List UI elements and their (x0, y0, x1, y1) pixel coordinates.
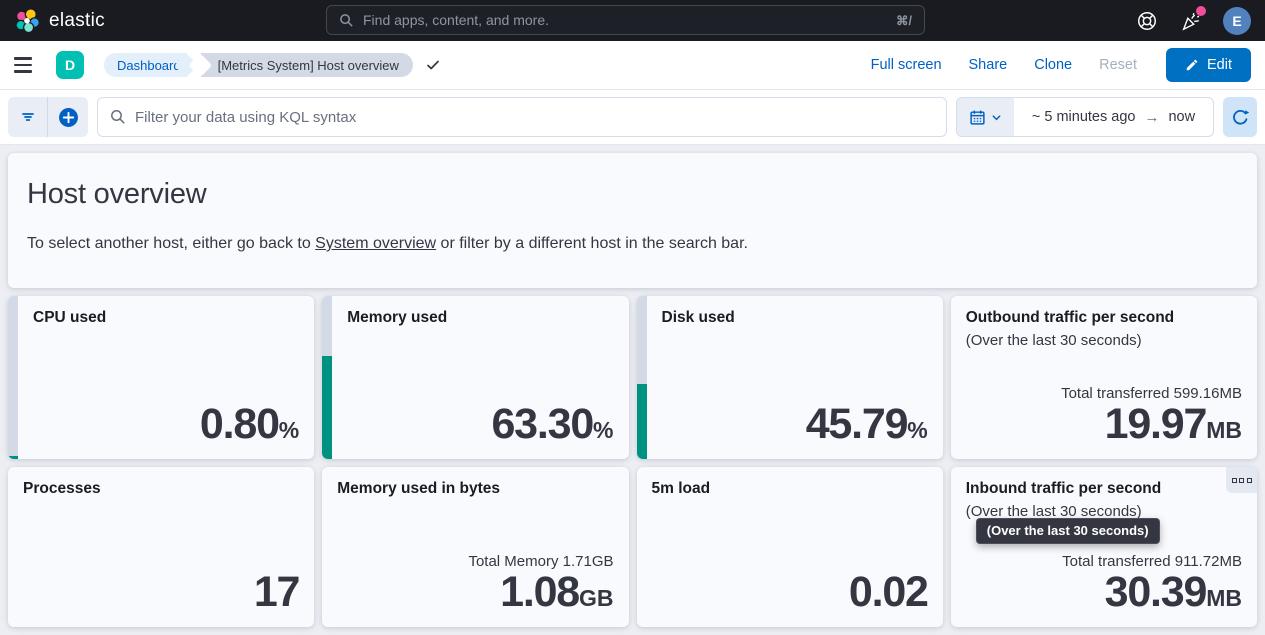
gauge-fill (8, 456, 18, 459)
full-screen-button[interactable]: Full screen (871, 57, 942, 73)
metric-value: 0.02 (652, 570, 928, 615)
metric-unit: GB (579, 585, 614, 611)
metric-panel-disk-used: Disk used 45.79% (637, 296, 943, 459)
metric-panel-memory-used: Memory used 63.30% (322, 296, 628, 459)
metric-unit: % (907, 417, 927, 443)
tooltip: (Over the last 30 seconds) (976, 518, 1160, 544)
metric-value: 19.97MB (966, 402, 1242, 447)
plus-circle-icon (58, 107, 79, 128)
kql-search[interactable] (97, 97, 947, 137)
menu-button[interactable] (14, 50, 44, 80)
metric-panel-5m-load: 5m load 0.02 (637, 467, 943, 627)
space-badge[interactable]: D (56, 51, 84, 79)
markdown-body: To select another host, either go back t… (27, 235, 1238, 253)
gauge-track (322, 296, 332, 459)
top-navigation: elastic ⌘/ (0, 0, 1265, 41)
filter-menu-button[interactable] (8, 97, 48, 137)
panel-title: Memory used in bytes (337, 479, 613, 499)
user-avatar[interactable]: E (1223, 7, 1251, 35)
gauge-fill (322, 356, 332, 459)
metric-value: 1.08GB (337, 570, 613, 615)
filter-button-group (8, 97, 88, 137)
panel-title: Disk used (662, 308, 928, 328)
saved-check-icon (425, 57, 441, 73)
global-search-input[interactable] (363, 12, 887, 28)
calendar-menu-button[interactable] (957, 98, 1014, 136)
metric-panel-processes: Processes 17 (8, 467, 314, 627)
elastic-brand[interactable]: elastic (14, 8, 105, 34)
breadcrumb-dashboard[interactable]: Dashboard (104, 53, 187, 77)
gauge-track (8, 296, 18, 459)
metric-panel-memory-bytes: Memory used in bytes Total Memory 1.71GB… (322, 467, 628, 627)
refresh-icon (1232, 109, 1249, 126)
metric-value: 45.79% (662, 402, 928, 447)
dashboard-toolbar: D Dashboard [Metrics System] Host overvi… (0, 41, 1265, 90)
panel-subtitle: (Over the last 30 seconds) (966, 332, 1242, 349)
gauge-track (637, 296, 647, 459)
breadcrumb-current-page[interactable]: [Metrics System] Host overview (201, 53, 413, 77)
gauge-fill (637, 384, 647, 459)
edit-button-label: Edit (1207, 57, 1232, 73)
edit-button[interactable]: Edit (1166, 48, 1251, 82)
metric-value: 17 (23, 570, 299, 615)
refresh-button[interactable] (1223, 97, 1257, 137)
metric-value: 30.39MB (966, 570, 1242, 615)
topnav-right-actions: E (1135, 7, 1251, 35)
arrow-right-icon: → (1144, 109, 1159, 126)
add-filter-button[interactable] (48, 97, 88, 137)
panel-title: Processes (23, 479, 299, 499)
metric-value: 0.80% (33, 402, 299, 447)
metric-panel-inbound-traffic: Inbound traffic per second (Over the las… (951, 467, 1257, 627)
time-range-display[interactable]: ~ 5 minutes ago → now (1014, 98, 1213, 136)
news-feed-button[interactable] (1179, 9, 1203, 33)
metric-unit: % (593, 417, 613, 443)
metric-panel-outbound-traffic: Outbound traffic per second (Over the la… (951, 296, 1257, 459)
panel-title: Inbound traffic per second (966, 479, 1242, 499)
panel-options-button[interactable] (1226, 467, 1257, 493)
time-range-from: ~ 5 minutes ago (1032, 109, 1136, 125)
panel-title: CPU used (33, 308, 299, 328)
panel-title: 5m load (652, 479, 928, 499)
page-title: Host overview (27, 178, 1238, 211)
panel-options-icon (1232, 478, 1237, 483)
share-button[interactable]: Share (969, 57, 1008, 73)
metric-panel-cpu-used: CPU used 0.80% (8, 296, 314, 459)
kql-query-input[interactable] (135, 109, 934, 126)
metric-unit: MB (1206, 417, 1242, 443)
panel-title: Memory used (347, 308, 613, 328)
dashboard-grid: Host overview To select another host, ei… (0, 145, 1265, 635)
calendar-icon (969, 109, 986, 126)
time-range-to: now (1168, 109, 1195, 125)
markdown-panel-host-overview: Host overview To select another host, ei… (8, 153, 1257, 288)
help-button[interactable] (1135, 9, 1159, 33)
filter-funnel-icon (20, 109, 36, 125)
breadcrumb: Dashboard [Metrics System] Host overview (104, 53, 441, 77)
time-range-picker: ~ 5 minutes ago → now (956, 97, 1214, 137)
notification-dot (1196, 6, 1206, 16)
search-shortcut-hint: ⌘/ (896, 13, 912, 28)
pencil-icon (1185, 58, 1199, 72)
metric-unit: MB (1206, 585, 1242, 611)
system-overview-link[interactable]: System overview (315, 235, 436, 252)
toolbar-actions: Full screen Share Clone Reset Edit (871, 48, 1251, 82)
search-icon (339, 13, 354, 28)
reset-button[interactable]: Reset (1099, 57, 1137, 73)
brand-name: elastic (49, 10, 105, 32)
elastic-logo-icon (14, 8, 40, 34)
search-icon (110, 109, 126, 125)
life-buoy-icon (1136, 10, 1158, 32)
chevron-down-icon (991, 112, 1002, 123)
panel-title: Outbound traffic per second (966, 308, 1242, 328)
global-search[interactable]: ⌘/ (326, 5, 925, 35)
metric-value: 63.30% (347, 402, 613, 447)
metric-unit: % (279, 417, 299, 443)
clone-button[interactable]: Clone (1034, 57, 1072, 73)
filter-bar: ~ 5 minutes ago → now (0, 90, 1265, 145)
